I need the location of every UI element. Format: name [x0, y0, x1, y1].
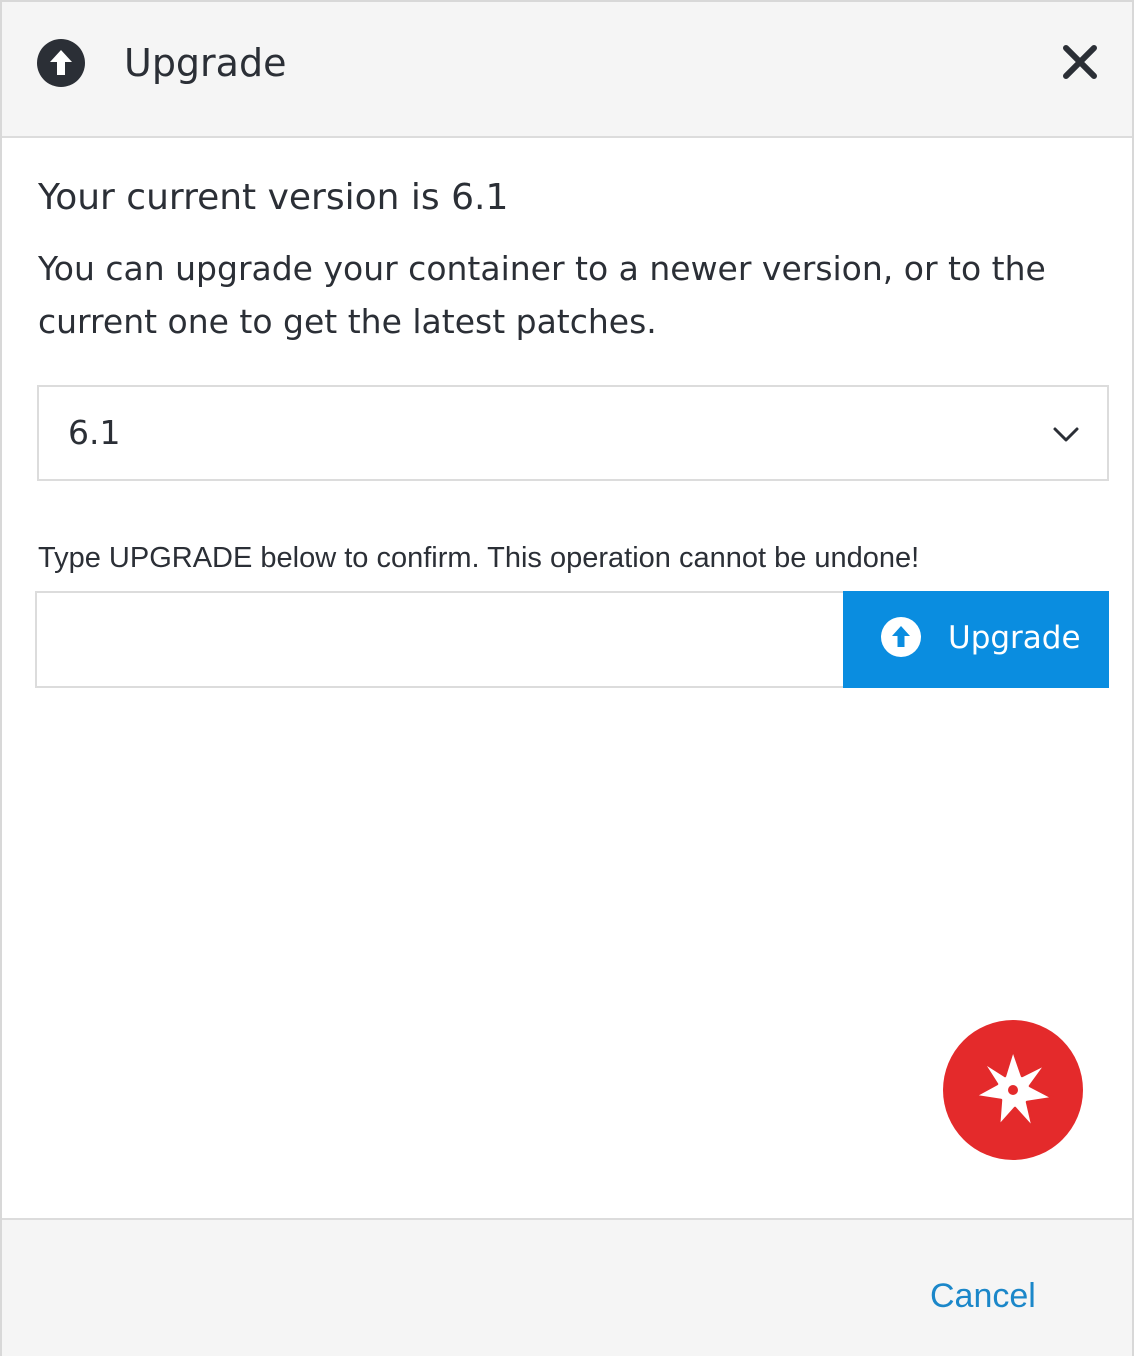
- close-button[interactable]: [1060, 42, 1100, 82]
- current-version-heading: Your current version is 6.1: [38, 177, 509, 218]
- upgrade-dialog: Upgrade Your current version is 6.1 You …: [0, 0, 1134, 1356]
- version-select-value: 6.1: [68, 413, 121, 452]
- upgrade-button-label: Upgrade: [948, 620, 1081, 656]
- confirm-instruction: Type UPGRADE below to confirm. This oper…: [38, 542, 920, 574]
- dialog-header: Upgrade: [2, 2, 1132, 138]
- version-select[interactable]: 6.1: [37, 385, 1109, 481]
- dialog-footer: Cancel: [2, 1218, 1132, 1356]
- upgrade-description: You can upgrade your container to a newe…: [38, 249, 1046, 341]
- arrow-up-circle-icon: [36, 38, 86, 88]
- confirm-input[interactable]: [35, 591, 845, 688]
- cancel-button[interactable]: Cancel: [930, 1274, 1036, 1318]
- dialog-title: Upgrade: [124, 41, 287, 85]
- chevron-down-icon: [1051, 419, 1081, 449]
- arrow-up-circle-icon: [880, 616, 922, 658]
- upgrade-button[interactable]: Upgrade: [843, 591, 1109, 688]
- assist-button[interactable]: [943, 1020, 1083, 1160]
- close-icon: [1063, 45, 1097, 79]
- starburst-icon: [973, 1048, 1055, 1130]
